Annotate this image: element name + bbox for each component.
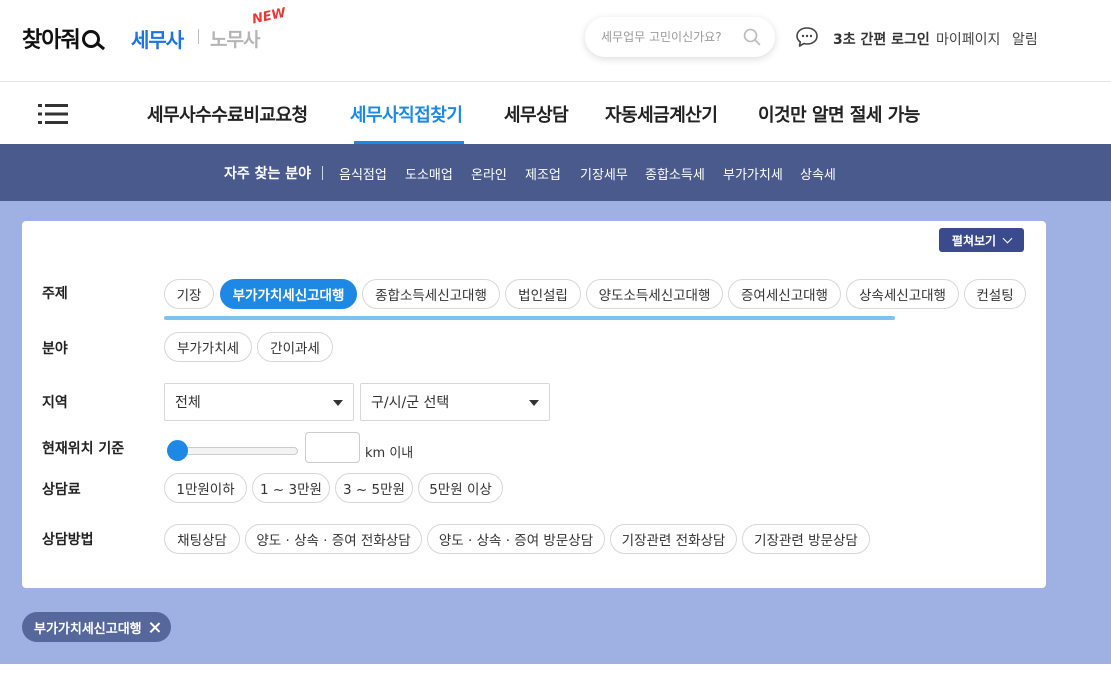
- topic-label: 주제: [42, 286, 68, 302]
- location-label: 현재위치 기준: [42, 441, 125, 457]
- frequent-fields-title: 자주 찾는 분야: [224, 166, 312, 182]
- topic-chip[interactable]: 법인설립: [505, 279, 581, 309]
- chat-icon[interactable]: [795, 26, 819, 48]
- fee-chip[interactable]: 5만원 이상: [418, 473, 503, 503]
- distance-input[interactable]: [305, 432, 360, 463]
- fee-chip[interactable]: 1만원이하: [164, 473, 247, 503]
- quick-login-link[interactable]: 3초 간편 로그인: [833, 29, 930, 49]
- topic-chip[interactable]: 상속세신고대행: [846, 279, 959, 309]
- nav-tax-saving-tips[interactable]: 이것만 알면 절세 가능: [758, 101, 920, 127]
- page-footer-space: [0, 664, 1111, 674]
- field-label: 분야: [42, 341, 68, 357]
- region-select-value: 전체: [175, 395, 201, 411]
- nav-find-tax-accountant[interactable]: 세무사직접찾기: [350, 101, 463, 127]
- nav-tax-calculator[interactable]: 자동세금계산기: [605, 101, 718, 127]
- distance-slider-track[interactable]: [170, 447, 298, 455]
- brand-tax-link[interactable]: 세무사: [131, 24, 184, 53]
- expand-button[interactable]: 펼쳐보기: [939, 228, 1024, 252]
- chevron-down-icon: [1002, 233, 1013, 243]
- region-select[interactable]: 전체: [164, 383, 354, 421]
- method-chip[interactable]: 양도 · 상속 · 증여 전화상담: [245, 524, 422, 554]
- nav-tax-consult[interactable]: 세무상담: [504, 101, 569, 127]
- topic-scrollbar[interactable]: [164, 316, 895, 320]
- header: 찾아줘 세무사 노무사 NEW 3초 간편 로그인 마이페이지 알림: [0, 0, 1111, 82]
- subnav-item-bookkeeping[interactable]: 기장세무: [580, 164, 628, 183]
- field-chip[interactable]: 간이과세: [257, 332, 333, 362]
- topic-chip[interactable]: 기장: [164, 279, 214, 309]
- subnav-item-restaurant[interactable]: 음식점업: [339, 164, 387, 183]
- distance-unit: km 이내: [365, 446, 414, 461]
- logo[interactable]: 찾아줘: [22, 22, 100, 54]
- subnav-item-online[interactable]: 온라인: [471, 164, 507, 183]
- method-chip[interactable]: 기장관련 방문상담: [742, 524, 870, 554]
- search-icon[interactable]: [743, 28, 761, 46]
- subnav-item-manufacturing[interactable]: 제조업: [525, 164, 561, 183]
- method-chip[interactable]: 채팅상담: [164, 524, 240, 554]
- subnav-item-income-tax[interactable]: 종합소득세: [645, 164, 705, 183]
- filter-panel: 펼쳐보기 주제 기장 부가가치세신고대행 종합소득세신고대행 법인설립 양도소득…: [22, 221, 1046, 588]
- district-select-value: 구/시/군 선택: [371, 395, 450, 411]
- distance-slider-thumb[interactable]: [167, 440, 188, 461]
- method-chip[interactable]: 양도 · 상속 · 증여 방문상담: [427, 524, 605, 554]
- new-badge: NEW: [250, 5, 288, 28]
- subnav-item-retail[interactable]: 도소매업: [405, 164, 453, 183]
- topic-chip[interactable]: 종합소득세신고대행: [362, 279, 500, 309]
- nav-fee-comparison[interactable]: 세무사수수료비교요청: [147, 101, 308, 127]
- menu-icon[interactable]: [38, 104, 68, 124]
- subnav-item-vat[interactable]: 부가가치세: [723, 164, 783, 183]
- subnav-item-inheritance-tax[interactable]: 상속세: [800, 164, 836, 183]
- method-label: 상담방법: [42, 532, 94, 548]
- search-input[interactable]: [585, 17, 740, 57]
- method-chip[interactable]: 기장관련 전화상담: [610, 524, 737, 554]
- topic-chip[interactable]: 증여세신고대행: [728, 279, 841, 309]
- content-area: 펼쳐보기 주제 기장 부가가치세신고대행 종합소득세신고대행 법인설립 양도소득…: [0, 201, 1111, 664]
- brand-divider: [198, 29, 199, 44]
- caret-down-icon: [333, 400, 343, 406]
- selected-filter-tag: 부가가치세신고대행: [22, 612, 171, 642]
- field-chip[interactable]: 부가가치세: [164, 332, 252, 362]
- magnifier-icon: [81, 30, 100, 48]
- frequent-fields-bar: 자주 찾는 분야 음식점업 도소매업 온라인 제조업 기장세무 종합소득세 부가…: [0, 144, 1111, 201]
- topic-chip[interactable]: 양도소득세신고대행: [586, 279, 723, 309]
- fee-chip[interactable]: 3 ~ 5만원: [335, 473, 413, 503]
- search-box: [585, 17, 775, 57]
- district-select[interactable]: 구/시/군 선택: [360, 383, 550, 421]
- brand-labor-link[interactable]: 노무사: [210, 25, 260, 52]
- fee-label: 상담료: [42, 482, 81, 498]
- subnav-divider: [322, 166, 323, 180]
- close-icon[interactable]: [149, 622, 160, 633]
- topic-chip-active[interactable]: 부가가치세신고대행: [220, 279, 357, 309]
- selected-filter-label: 부가가치세신고대행: [34, 621, 142, 637]
- notifications-link[interactable]: 알림: [1012, 29, 1038, 49]
- caret-down-icon: [529, 400, 539, 406]
- region-label: 지역: [42, 395, 68, 411]
- expand-label: 펼쳐보기: [951, 233, 997, 248]
- fee-chip[interactable]: 1 ~ 3만원: [252, 473, 330, 503]
- topic-chip[interactable]: 컨설팅: [964, 279, 1026, 309]
- mypage-link[interactable]: 마이페이지: [936, 29, 1000, 49]
- main-nav: 세무사수수료비교요청 세무사직접찾기 세무상담 자동세금계산기 이것만 알면 절…: [0, 83, 1111, 144]
- logo-text: 찾아줘: [22, 28, 81, 53]
